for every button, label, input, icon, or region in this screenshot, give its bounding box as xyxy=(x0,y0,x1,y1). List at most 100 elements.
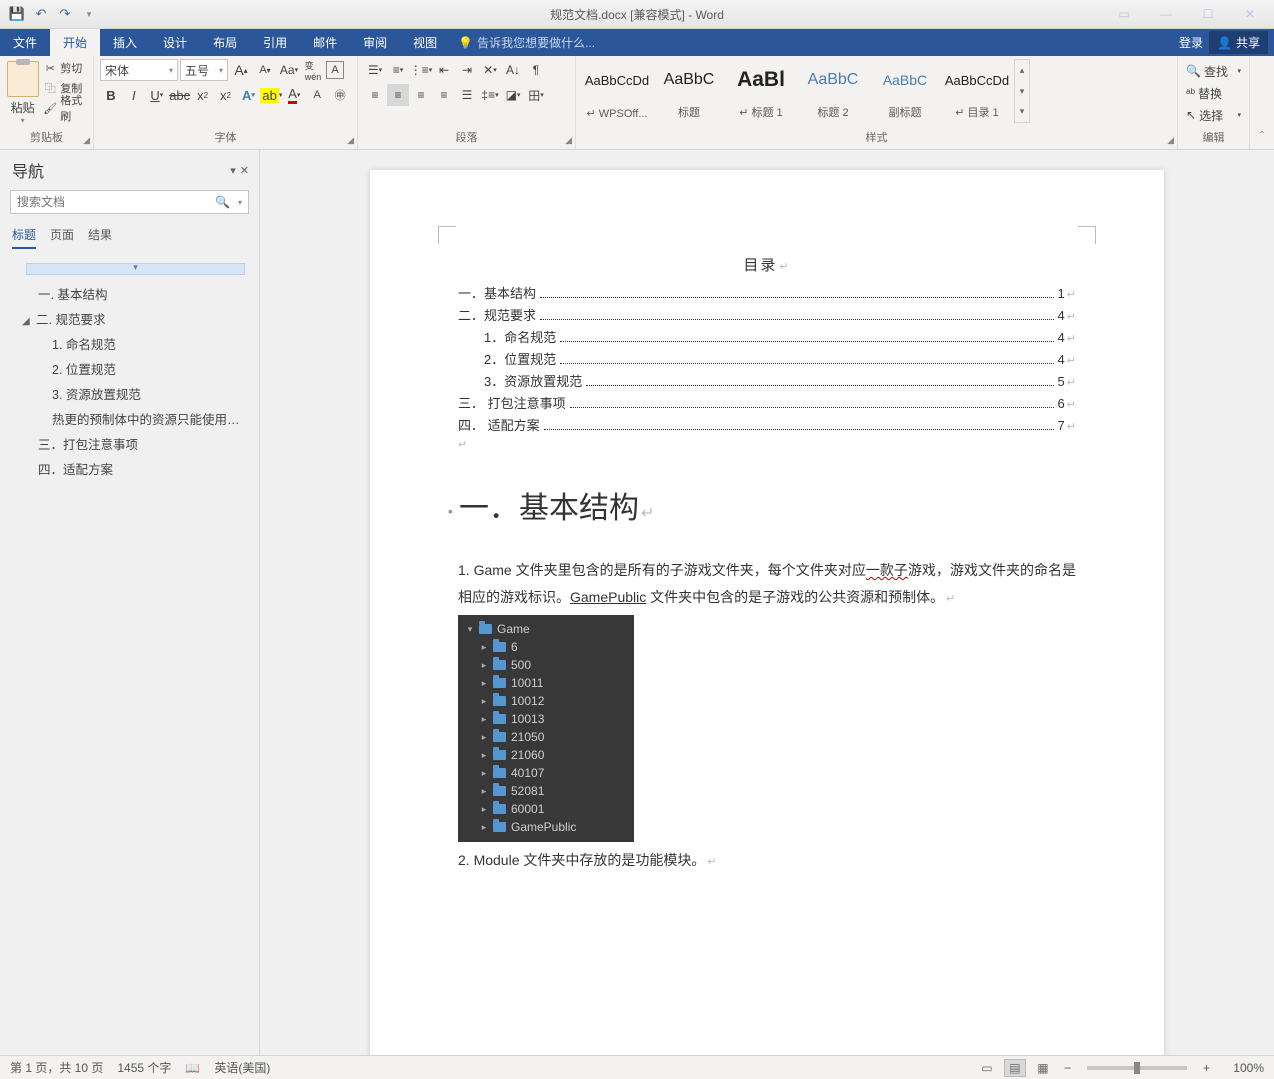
shading-button[interactable]: ◪▾ xyxy=(502,84,524,106)
styles-dialog-launcher[interactable]: ◢ xyxy=(1167,135,1174,146)
status-word-count[interactable]: 1455 个字 xyxy=(117,1059,171,1076)
numbering-button[interactable]: ≡▾ xyxy=(387,59,409,81)
nav-tree-item[interactable]: 一. 基本结构 xyxy=(8,281,251,306)
style-gallery-item[interactable]: AaBbCcDd↵ WPSOff... xyxy=(582,59,652,123)
text-effects-button[interactable]: A▾ xyxy=(237,84,259,106)
toc-entry[interactable]: 3．资源放置规范 5↵ xyxy=(458,371,1076,390)
nav-tree-item[interactable]: 四．适配方案 xyxy=(8,456,251,481)
highlight-button[interactable]: ab▾ xyxy=(260,84,282,106)
borders-button[interactable]: 田▾ xyxy=(525,84,547,106)
tab-file[interactable]: 文件 xyxy=(0,29,50,56)
nav-tree-item[interactable]: 3. 资源放置规范 xyxy=(8,381,251,406)
paragraph-dialog-launcher[interactable]: ◢ xyxy=(565,135,572,146)
asian-layout-button[interactable]: ✕▾ xyxy=(479,59,501,81)
bold-button[interactable]: B xyxy=(100,84,122,106)
search-dropdown-icon[interactable]: ▾ xyxy=(234,198,242,207)
sort-button[interactable]: A↓ xyxy=(502,59,524,81)
styles-gallery-more[interactable]: ▴▾▾ xyxy=(1014,59,1030,123)
paste-button[interactable]: 粘贴 ▾ xyxy=(6,59,39,125)
shrink-font-button[interactable]: A▾ xyxy=(254,59,276,81)
cut-button[interactable]: ✂剪切 xyxy=(43,59,87,77)
strikethrough-button[interactable]: abc xyxy=(169,84,191,106)
align-center-button[interactable]: ≡ xyxy=(387,84,409,106)
toc-entry[interactable]: 三． 打包注意事项 6↵ xyxy=(458,393,1076,412)
toc-entry[interactable]: 1．命名规范 4↵ xyxy=(458,327,1076,346)
align-right-button[interactable]: ≡ xyxy=(410,84,432,106)
undo-icon[interactable]: ↶ xyxy=(32,5,50,23)
zoom-slider[interactable] xyxy=(1087,1066,1187,1070)
tab-references[interactable]: 引用 xyxy=(250,29,300,56)
status-proofing-icon[interactable]: 📖 xyxy=(185,1061,200,1075)
style-gallery-item[interactable]: AaBbCcDd↵ 目录 1 xyxy=(942,59,1012,123)
toc-entry[interactable]: 二．规范要求 4↵ xyxy=(458,305,1076,324)
char-shading-button[interactable]: A xyxy=(306,84,328,106)
nav-close-icon[interactable]: ✕ xyxy=(240,164,249,177)
zoom-level[interactable]: 100% xyxy=(1220,1061,1264,1075)
tab-mailings[interactable]: 邮件 xyxy=(300,29,350,56)
increase-indent-button[interactable]: ⇥ xyxy=(456,59,478,81)
nav-dropdown-icon[interactable]: ▾ xyxy=(230,164,236,177)
change-case-button[interactable]: Aa▾ xyxy=(278,59,300,81)
nav-tree-item[interactable]: 1. 命名规范 xyxy=(8,331,251,356)
nav-tab-results[interactable]: 结果 xyxy=(88,226,112,249)
ribbon-options-icon[interactable]: ▭ xyxy=(1104,3,1144,25)
qat-customize-icon[interactable]: ▾ xyxy=(80,5,98,23)
style-gallery-item[interactable]: AaBbC副标题 xyxy=(870,59,940,123)
status-page[interactable]: 第 1 页，共 10 页 xyxy=(10,1059,103,1076)
decrease-indent-button[interactable]: ⇤ xyxy=(433,59,455,81)
clipboard-dialog-launcher[interactable]: ◢ xyxy=(83,135,90,146)
italic-button[interactable]: I xyxy=(123,84,145,106)
tab-layout[interactable]: 布局 xyxy=(200,29,250,56)
enclose-char-button[interactable]: ㊥ xyxy=(329,84,351,106)
font-size-combo[interactable]: 五号▾ xyxy=(180,59,228,81)
toc-entry[interactable]: 四． 适配方案 7↵ xyxy=(458,415,1076,434)
nav-search-input[interactable] xyxy=(17,195,211,209)
character-border-button[interactable]: A xyxy=(326,61,344,79)
style-gallery-item[interactable]: AaBbC标题 2 xyxy=(798,59,868,123)
underline-button[interactable]: U▾ xyxy=(146,84,168,106)
replace-button[interactable]: ᵃᵇ替换 xyxy=(1184,83,1243,103)
select-button[interactable]: ↖选择▾ xyxy=(1184,105,1243,125)
zoom-in-button[interactable]: + xyxy=(1199,1061,1214,1075)
nav-tree-item[interactable]: 热更的预制体中的资源只能使用此... xyxy=(8,406,251,431)
view-read-mode[interactable]: ▭ xyxy=(976,1059,998,1077)
superscript-button[interactable]: x2 xyxy=(215,84,237,106)
login-link[interactable]: 登录 xyxy=(1179,34,1203,51)
toc-entry[interactable]: 2．位置规范 4↵ xyxy=(458,349,1076,368)
font-name-combo[interactable]: 宋体▾ xyxy=(100,59,178,81)
status-language[interactable]: 英语(美国) xyxy=(214,1059,270,1076)
tell-me-box[interactable]: 💡 告诉我您想要做什么... xyxy=(450,29,595,56)
style-gallery-item[interactable]: AaBl↵ 标题 1 xyxy=(726,59,796,123)
styles-gallery[interactable]: AaBbCcDd↵ WPSOff...AaBbC标题AaBl↵ 标题 1AaBb… xyxy=(582,59,1171,123)
phonetic-guide-button[interactable]: 变wén xyxy=(302,59,324,81)
share-button[interactable]: 👤 共享 xyxy=(1209,31,1268,54)
subscript-button[interactable]: x2 xyxy=(192,84,214,106)
nav-tree-top-marker[interactable] xyxy=(26,263,245,275)
tab-view[interactable]: 视图 xyxy=(400,29,450,56)
nav-tree-item[interactable]: ◢二. 规范要求 xyxy=(8,306,251,331)
nav-tree-item[interactable]: 三．打包注意事项 xyxy=(8,431,251,456)
distributed-button[interactable]: ☰ xyxy=(456,84,478,106)
font-color-button[interactable]: A▾ xyxy=(283,84,305,106)
tab-insert[interactable]: 插入 xyxy=(100,29,150,56)
minimize-icon[interactable]: — xyxy=(1146,3,1186,25)
grow-font-button[interactable]: A▴ xyxy=(230,59,252,81)
toc-entry[interactable]: 一．基本结构 1↵ xyxy=(458,283,1076,302)
view-print-layout[interactable]: ▤ xyxy=(1004,1059,1026,1077)
nav-tree-item[interactable]: 2. 位置规范 xyxy=(8,356,251,381)
bullets-button[interactable]: ☰▾ xyxy=(364,59,386,81)
tab-design[interactable]: 设计 xyxy=(150,29,200,56)
zoom-out-button[interactable]: − xyxy=(1060,1061,1075,1075)
tab-home[interactable]: 开始 xyxy=(50,29,100,56)
align-left-button[interactable]: ≡ xyxy=(364,84,386,106)
style-gallery-item[interactable]: AaBbC标题 xyxy=(654,59,724,123)
search-icon[interactable]: 🔍 xyxy=(211,195,234,209)
document-area[interactable]: 目录↵ 一．基本结构 1↵二．规范要求 4↵1．命名规范 4↵2．位置规范 4↵… xyxy=(260,150,1274,1055)
maximize-icon[interactable]: ☐ xyxy=(1188,3,1228,25)
nav-search-box[interactable]: 🔍 ▾ xyxy=(10,190,249,214)
show-marks-button[interactable]: ¶ xyxy=(525,59,547,81)
tab-review[interactable]: 审阅 xyxy=(350,29,400,56)
nav-tab-pages[interactable]: 页面 xyxy=(50,226,74,249)
redo-icon[interactable]: ↷ xyxy=(56,5,74,23)
nav-tab-headings[interactable]: 标题 xyxy=(12,226,36,249)
